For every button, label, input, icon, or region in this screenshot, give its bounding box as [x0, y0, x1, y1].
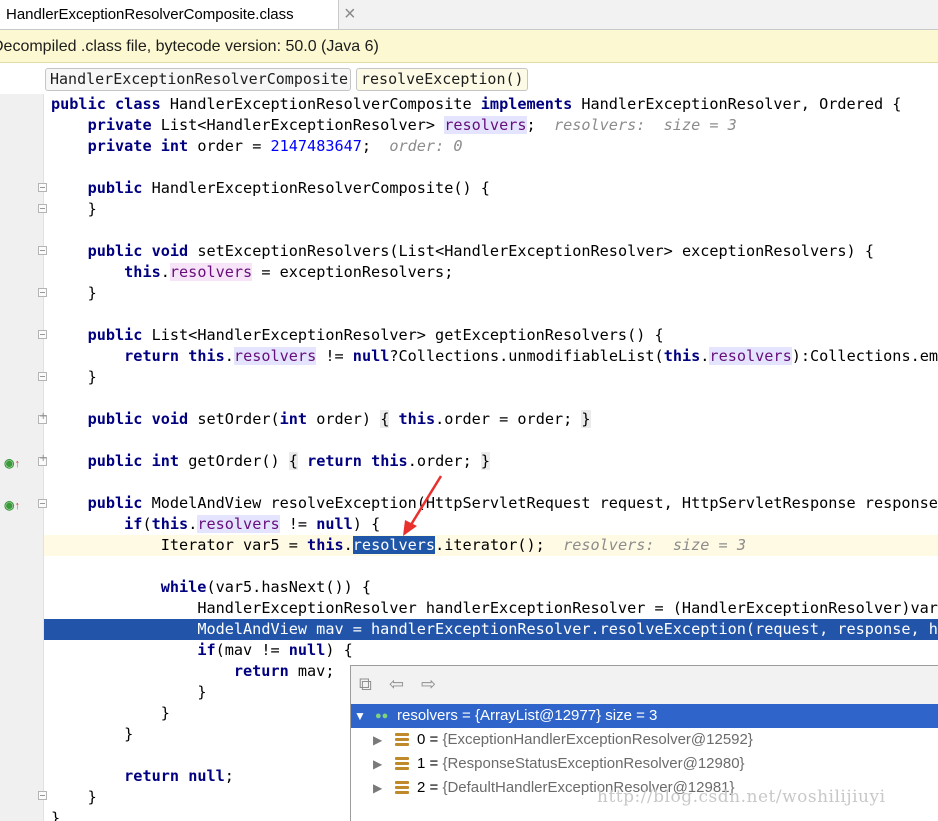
decompiled-notice: Decompiled .class file, bytecode version… — [0, 30, 938, 63]
tree-row-child[interactable]: ▶ 0 = {ExceptionHandlerExceptionResolver… — [351, 728, 938, 752]
code-line: } — [87, 368, 97, 386]
field-icon: ●● — [375, 710, 389, 722]
code-line: if(this.resolvers != null) { — [124, 515, 381, 533]
editor-tab-title: HandlerExceptionResolverComposite.class — [6, 6, 294, 23]
code-line: HandlerExceptionResolver handlerExceptio… — [197, 599, 938, 617]
annotation-arrow — [403, 475, 443, 536]
editor-tab[interactable]: HandlerExceptionResolverComposite.class — [0, 0, 339, 29]
array-element-icon — [395, 757, 409, 771]
collapsed-arrow-icon[interactable]: ▶ — [373, 776, 382, 800]
collapsed-arrow-icon[interactable]: ▶ — [373, 752, 382, 776]
collapsed-arrow-icon[interactable]: ▶ — [373, 728, 382, 752]
array-element-icon — [395, 781, 409, 795]
breadcrumb-class[interactable]: HandlerExceptionResolverComposite — [45, 68, 351, 91]
code-line: public class HandlerExceptionResolverCom… — [51, 95, 902, 113]
code-line: public int getOrder() { return this.orde… — [87, 452, 491, 470]
code-line: public void setExceptionResolvers(List<H… — [87, 242, 874, 260]
decompiled-notice-text: Decompiled .class file, bytecode version… — [0, 38, 379, 55]
code-line: public List<HandlerExceptionResolver> ge… — [87, 326, 664, 344]
variable-size: size = 3 — [601, 707, 658, 724]
forward-arrow-icon[interactable]: ⇨ — [421, 674, 436, 695]
tree-row-resolvers[interactable]: ▼ ●● resolvers = {ArrayList@12977} size … — [351, 704, 938, 728]
popup-toolbar: ⧉ ⇦ ⇨ — [351, 666, 938, 705]
back-arrow-icon[interactable]: ⇦ — [389, 674, 404, 695]
code-line: this.resolvers = exceptionResolvers; — [124, 263, 454, 281]
breadcrumb: HandlerExceptionResolverComposite resolv… — [0, 64, 938, 94]
code-line: while(var5.hasNext()) { — [160, 578, 372, 596]
close-tab-icon[interactable]: × — [344, 0, 356, 29]
breadcrumb-method[interactable]: resolveException() — [356, 68, 528, 91]
expanded-arrow-icon[interactable]: ▼ — [354, 704, 366, 728]
tree-row-child[interactable]: ▶ 1 = {ResponseStatusExceptionResolver@1… — [351, 752, 938, 776]
code-line: return this.resolvers != null?Collection… — [124, 347, 938, 365]
editor-tab-bar: HandlerExceptionResolverComposite.class … — [0, 0, 938, 30]
code-line: public ModelAndView resolveException(Htt… — [87, 494, 938, 512]
code-line: } — [87, 284, 97, 302]
code-line: } — [87, 200, 97, 218]
code-line: private List<HandlerExceptionResolver> r… — [87, 116, 737, 134]
variable-name: resolvers — [397, 707, 458, 724]
current-code-line: Iterator var5 = this.resolvers.iterator(… — [44, 535, 938, 556]
watermark: http://blog.csdn.net/woshilijiuyi — [597, 787, 886, 807]
override-icon[interactable]: ◉↑ — [4, 456, 22, 470]
editor-gutter[interactable]: ◉↑ ◉↑ — [0, 94, 47, 821]
code-line: private int order = 2147483647; order: 0 — [87, 137, 463, 155]
override-icon[interactable]: ◉↑ — [4, 498, 22, 512]
array-element-icon — [395, 733, 409, 747]
code-line: public HandlerExceptionResolverComposite… — [87, 179, 490, 197]
execution-line: ModelAndView mav = handlerExceptionResol… — [44, 619, 938, 640]
code-line: public void setOrder(int order) { this.o… — [87, 410, 591, 428]
watch-icon[interactable]: ⧉ — [359, 674, 372, 695]
code-line: if(mav != null) { — [197, 641, 353, 659]
variable-value: = {ArrayList@12977} — [457, 707, 602, 724]
